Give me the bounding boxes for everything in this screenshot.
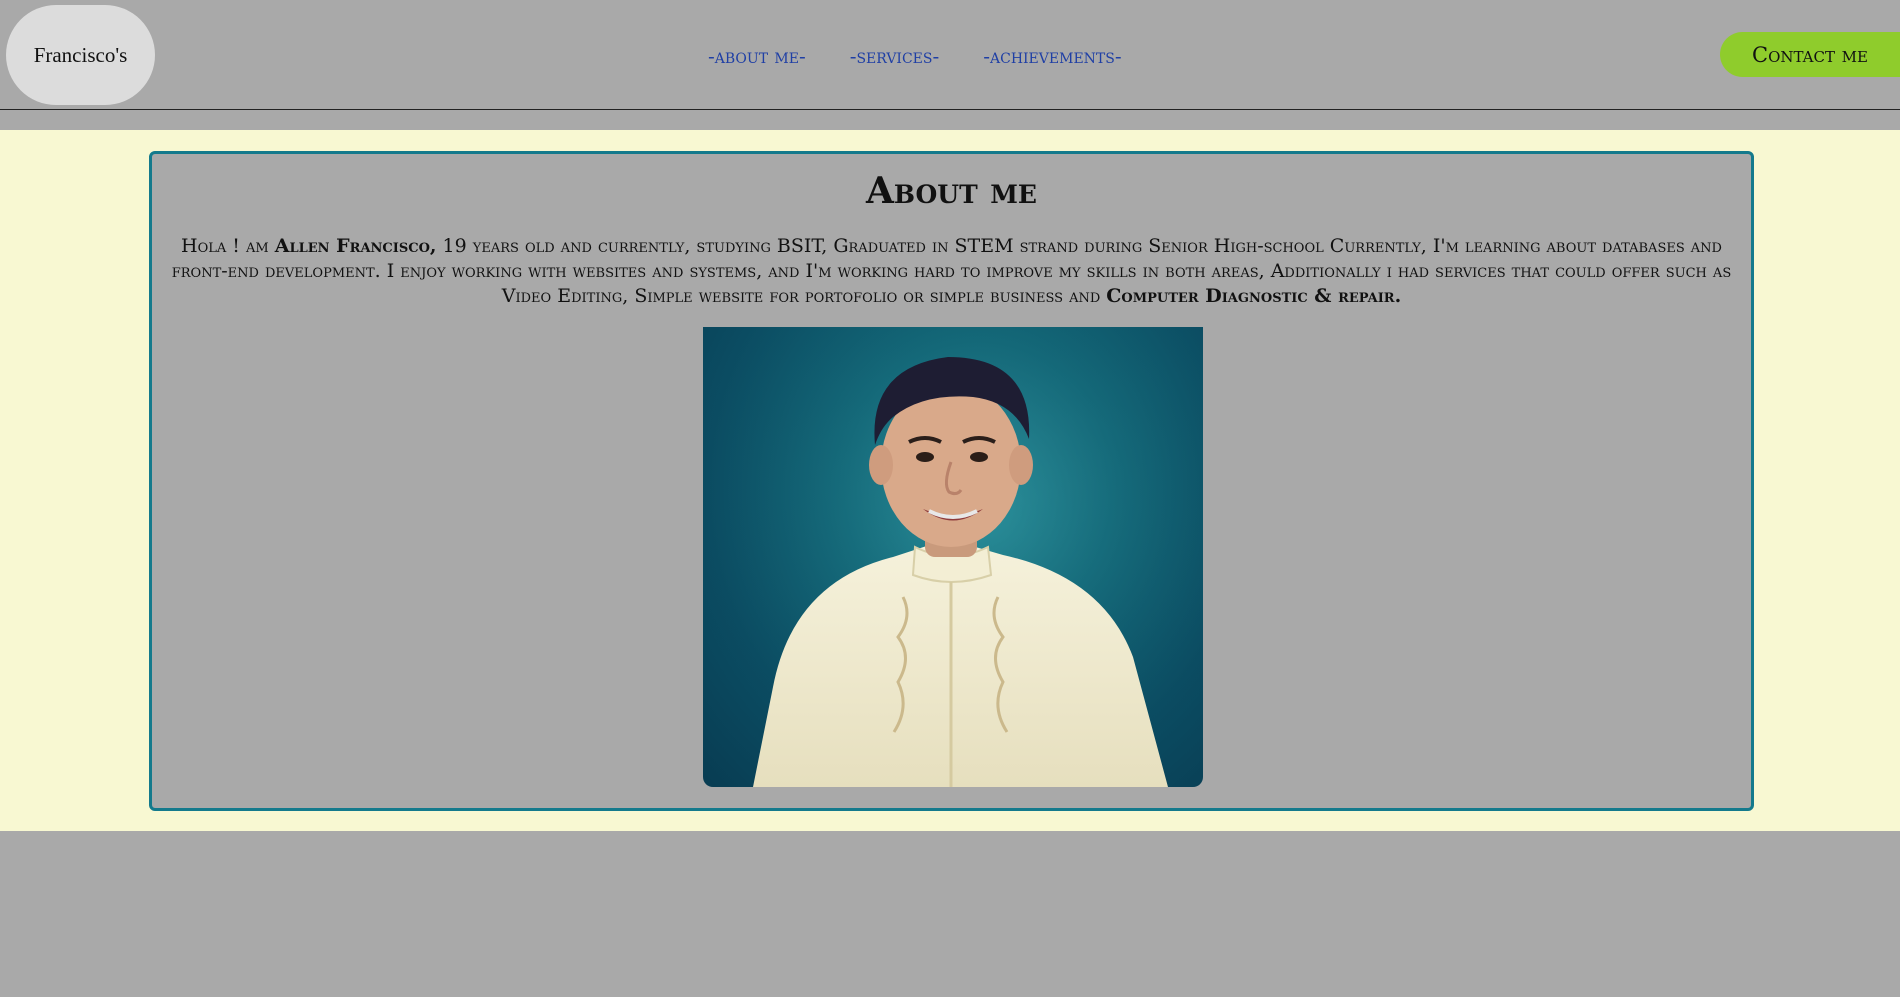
bio-intro: Hola ! am [181, 235, 275, 257]
profile-photo [703, 327, 1203, 787]
logo[interactable]: Francisco's [6, 5, 155, 105]
nav-achievements[interactable]: -achievements- [983, 44, 1121, 68]
main-nav: -about me- -services- -achievements- [708, 44, 1122, 68]
bio-name: Allen Francisco, [274, 235, 437, 257]
portrait-illustration [703, 327, 1203, 787]
bio-repair-service: Computer Diagnostic & repair. [1106, 285, 1402, 307]
about-bio: Hola ! am Allen Francisco, 19 years old … [166, 234, 1737, 309]
nav-services[interactable]: -services- [850, 44, 940, 68]
about-card: About me Hola ! am Allen Francisco, 19 y… [149, 151, 1754, 811]
nav-about-me[interactable]: -about me- [708, 44, 806, 68]
contact-me-button[interactable]: Contact me [1720, 32, 1900, 77]
about-title: About me [866, 170, 1037, 212]
header-divider-strip [0, 110, 1900, 130]
site-header: Francisco's -about me- -services- -achie… [0, 0, 1900, 110]
